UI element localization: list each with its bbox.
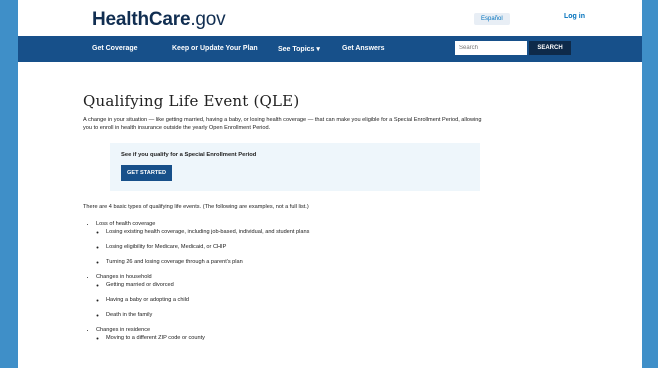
list-item: Losing eligibility for Medicare, Medicai…: [106, 244, 503, 250]
top-header: HealthCare.gov Español Log in: [18, 0, 642, 36]
callout-title: See if you qualify for a Special Enrollm…: [121, 152, 257, 158]
search-button[interactable]: SEARCH: [529, 41, 571, 55]
list-item: Changes in residence Moving to a differe…: [96, 327, 503, 341]
qle-types-lead: There are 4 basic types of qualifying li…: [83, 204, 309, 210]
browser-page: HealthCare.gov Español Log in Get Covera…: [18, 0, 642, 368]
nav-get-coverage[interactable]: Get Coverage: [92, 45, 138, 52]
healthcare-gov-logo[interactable]: HealthCare.gov: [92, 9, 226, 31]
category-label: Changes in household: [96, 274, 152, 280]
sub-list: Losing existing health coverage, includi…: [96, 229, 503, 265]
list-item: Having a baby or adopting a child: [106, 297, 503, 303]
intro-paragraph: A change in your situation — like gettin…: [83, 117, 482, 131]
logo-main: HealthCare: [92, 9, 191, 30]
sub-list: Getting married or divorced Having a bab…: [96, 282, 503, 318]
list-item: Losing existing health coverage, includi…: [106, 229, 503, 235]
list-item: Getting married or divorced: [106, 282, 503, 288]
qle-category-list: Loss of health coverage Losing existing …: [83, 221, 503, 341]
category-label: Changes in residence: [96, 327, 151, 333]
nav-keep-update-plan[interactable]: Keep or Update Your Plan: [172, 45, 258, 52]
category-label: Loss of health coverage: [96, 221, 156, 227]
list-item: Loss of health coverage Losing existing …: [96, 221, 503, 265]
main-content: Qualifying Life Event (QLE) A change in …: [83, 92, 503, 350]
list-item: Changes in household Getting married or …: [96, 274, 503, 318]
get-started-button[interactable]: GET STARTED: [121, 165, 173, 181]
login-link[interactable]: Log in: [564, 13, 585, 20]
logo-suffix: .gov: [190, 9, 226, 30]
list-item: Turning 26 and losing coverage through a…: [106, 259, 503, 265]
list-item: Moving to a different ZIP code or county: [106, 335, 503, 341]
sub-list: Moving to a different ZIP code or county: [96, 335, 503, 341]
main-nav: Get Coverage Keep or Update Your Plan Se…: [18, 36, 642, 62]
page-title: Qualifying Life Event (QLE): [83, 92, 300, 110]
special-enrollment-callout: See if you qualify for a Special Enrollm…: [110, 143, 480, 191]
espanol-link[interactable]: Español: [474, 13, 510, 25]
nav-see-topics[interactable]: See Topics ▾: [278, 45, 320, 53]
list-item: Death in the family: [106, 312, 503, 318]
search-input[interactable]: [455, 41, 527, 55]
nav-get-answers[interactable]: Get Answers: [342, 45, 385, 52]
